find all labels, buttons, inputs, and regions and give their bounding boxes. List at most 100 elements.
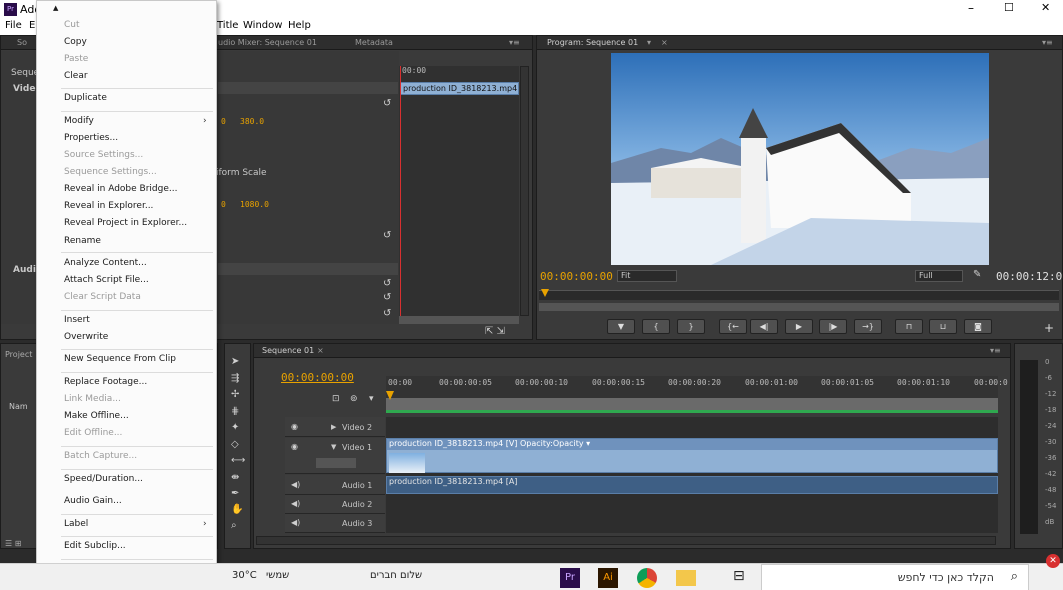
- speaker-icon[interactable]: ◀): [291, 518, 300, 527]
- audio-mixer-tab[interactable]: udio Mixer: Sequence 01: [218, 38, 317, 47]
- context-menu-item[interactable]: Rename: [64, 236, 101, 246]
- add-marker-button[interactable]: ▼: [607, 319, 635, 334]
- menu-title[interactable]: Title: [217, 20, 238, 31]
- step-forward-button[interactable]: |▶: [819, 319, 847, 334]
- collapse-track-icon[interactable]: ▼: [331, 443, 336, 451]
- context-menu-item[interactable]: Edit Subclip...: [64, 541, 126, 551]
- menu-window[interactable]: Window: [243, 20, 282, 31]
- mark-in-button[interactable]: {: [642, 319, 670, 334]
- pen-tool-icon[interactable]: ✒: [231, 488, 239, 499]
- minimize-button[interactable]: –: [968, 1, 974, 15]
- keyframe-controls[interactable]: [316, 458, 356, 468]
- mark-out-button[interactable]: }: [677, 319, 705, 334]
- menu-help[interactable]: Help: [288, 20, 311, 31]
- position-y-value[interactable]: 380.0: [240, 117, 264, 126]
- fit-dropdown[interactable]: Fit: [617, 270, 677, 282]
- reset-icon[interactable]: ↺: [383, 308, 391, 319]
- slip-tool-icon[interactable]: ⟷: [231, 455, 245, 466]
- tab-close-icon[interactable]: ×: [661, 38, 668, 47]
- maximize-button[interactable]: ☐: [1004, 1, 1014, 14]
- menu-file[interactable]: File: [5, 20, 22, 31]
- context-menu-item[interactable]: Reveal in Explorer...: [64, 201, 153, 211]
- context-menu-item[interactable]: Clear: [64, 71, 88, 81]
- panel-menu-icon[interactable]: ▾≡: [1042, 38, 1053, 47]
- explorer-taskbar-icon[interactable]: [676, 570, 696, 586]
- menu-edit[interactable]: E: [29, 20, 35, 31]
- go-to-in-button[interactable]: {←: [719, 319, 747, 334]
- reset-icon[interactable]: ↺: [383, 230, 391, 241]
- razor-tool-icon[interactable]: ◇: [231, 439, 239, 450]
- context-menu-item[interactable]: Label: [64, 519, 88, 529]
- project-tab[interactable]: Project: [5, 350, 32, 359]
- context-menu-item[interactable]: Overwrite: [64, 332, 108, 342]
- close-button[interactable]: ✕: [1041, 1, 1050, 14]
- rate-stretch-tool-icon[interactable]: ✦: [231, 422, 239, 433]
- context-menu-item[interactable]: Modify: [64, 116, 94, 126]
- task-view-icon[interactable]: ⊟: [733, 568, 745, 584]
- wrench-icon[interactable]: ✎: [973, 269, 981, 280]
- program-scrub-bar[interactable]: [539, 290, 1059, 300]
- panel-menu-icon[interactable]: ▾≡: [509, 38, 520, 47]
- export-icon[interactable]: ⇱ ⇲: [485, 326, 505, 337]
- video-clip[interactable]: production ID_3818213.mp4 [V] Opacity:Op…: [386, 438, 998, 473]
- reset-icon[interactable]: ↺: [383, 98, 391, 109]
- timeline-timecode[interactable]: 00:00:00:00: [281, 371, 354, 384]
- context-menu-item[interactable]: Properties...: [64, 133, 118, 143]
- context-menu-item[interactable]: Audio Gain...: [64, 496, 122, 506]
- extract-button[interactable]: ⊔: [929, 319, 957, 334]
- go-to-out-button[interactable]: →}: [854, 319, 882, 334]
- eye-icon[interactable]: ◉: [291, 422, 298, 431]
- context-menu-item[interactable]: Insert: [64, 315, 90, 325]
- context-menu-item[interactable]: Duplicate: [64, 93, 107, 103]
- add-button-icon[interactable]: +: [1044, 321, 1054, 335]
- name-column-header[interactable]: Nam: [9, 402, 28, 411]
- slide-tool-icon[interactable]: ⇼: [231, 472, 239, 483]
- context-menu-item[interactable]: Make Offline...: [64, 411, 129, 421]
- audio-clip[interactable]: production ID_3818213.mp4 [A]: [386, 476, 998, 494]
- notification-close-icon[interactable]: ✕: [1046, 554, 1060, 568]
- eye-icon[interactable]: ◉: [291, 442, 298, 451]
- illustrator-taskbar-icon[interactable]: Ai: [598, 568, 618, 588]
- effect-timeline-clip[interactable]: production ID_3818213.mp4: [400, 82, 519, 95]
- premiere-taskbar-icon[interactable]: Pr: [560, 568, 580, 588]
- step-back-button[interactable]: ◀|: [750, 319, 778, 334]
- context-menu-item[interactable]: New Sequence From Clip: [64, 354, 176, 364]
- effect-playhead[interactable]: [400, 66, 401, 324]
- add-marker-icon[interactable]: ▾: [369, 394, 374, 404]
- selection-tool-icon[interactable]: ➤: [231, 356, 239, 367]
- effect-scrollbar[interactable]: [399, 316, 519, 324]
- anchor-y-value[interactable]: 1080.0: [240, 200, 269, 209]
- position-x-value[interactable]: 0: [221, 117, 226, 126]
- expand-track-icon[interactable]: ▶: [331, 423, 336, 431]
- zoom-tool-icon[interactable]: ⌕: [231, 520, 237, 531]
- anchor-x-value[interactable]: 0: [221, 200, 226, 209]
- context-menu-item[interactable]: Attach Script File...: [64, 275, 149, 285]
- speaker-icon[interactable]: ◀): [291, 480, 300, 489]
- project-list-icons[interactable]: ☰ ⊞: [5, 539, 21, 548]
- vertical-scrollbar[interactable]: [520, 66, 529, 316]
- timeline-playhead[interactable]: [386, 391, 394, 400]
- rolling-edit-tool-icon[interactable]: ⋕: [231, 406, 239, 417]
- ripple-edit-tool-icon[interactable]: ✢: [231, 389, 239, 400]
- quality-dropdown[interactable]: Full: [915, 270, 963, 282]
- track-select-tool-icon[interactable]: ⇶: [231, 373, 239, 384]
- tab-close-icon[interactable]: ×: [317, 346, 324, 355]
- marker-icon[interactable]: ⊚: [350, 394, 358, 404]
- hand-tool-icon[interactable]: ✋: [231, 504, 243, 515]
- panel-menu-icon[interactable]: ▾≡: [990, 346, 1001, 355]
- context-menu-item[interactable]: Speed/Duration...: [64, 474, 143, 484]
- reset-icon[interactable]: ↺: [383, 292, 391, 303]
- scroll-up-icon[interactable]: ▲: [53, 4, 58, 12]
- reset-icon[interactable]: ↺: [383, 278, 391, 289]
- program-timecode-in[interactable]: 00:00:00:00: [540, 270, 613, 283]
- work-area-bar[interactable]: [386, 398, 998, 410]
- sequence-tab[interactable]: Sequence 01: [262, 346, 314, 355]
- export-frame-button[interactable]: ◙: [964, 319, 992, 334]
- lift-button[interactable]: ⊓: [895, 319, 923, 334]
- speaker-icon[interactable]: ◀): [291, 499, 300, 508]
- metadata-tab[interactable]: Metadata: [355, 38, 393, 47]
- timeline-scrollbar[interactable]: [256, 536, 996, 545]
- taskbar-search-box[interactable]: הקלד כאן כדי לחפש ⌕: [761, 564, 1029, 590]
- source-tab[interactable]: So: [17, 38, 27, 47]
- program-tab[interactable]: Program: Sequence 01: [547, 38, 638, 47]
